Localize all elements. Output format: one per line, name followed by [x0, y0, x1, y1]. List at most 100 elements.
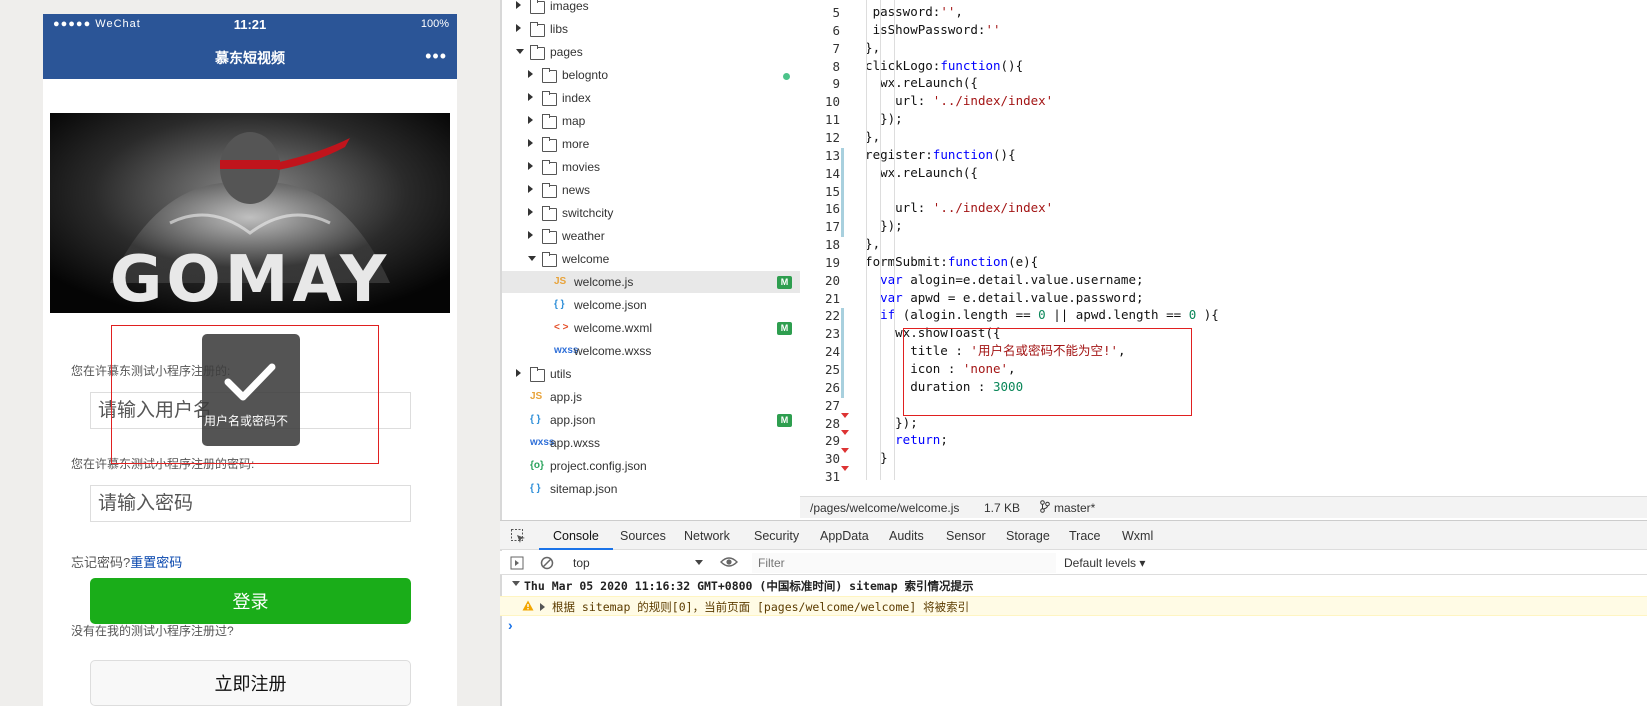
- chevron-right-icon[interactable]: [528, 139, 533, 147]
- filter-input[interactable]: [752, 553, 1056, 573]
- tree-item[interactable]: { } sitemap.json: [502, 478, 800, 500]
- console-toolbar: top Default levels ▾: [500, 551, 1647, 575]
- folder-icon: [530, 45, 545, 60]
- line-number: 21: [824, 290, 840, 306]
- chevron-right-icon[interactable]: [528, 70, 533, 78]
- log-group-text: Thu Mar 05 2020 11:16:32 GMT+0800 (中国标准时…: [524, 579, 974, 593]
- tab-sources[interactable]: Sources: [620, 529, 666, 543]
- highlight-box-code: [903, 328, 1192, 416]
- console-prompt-icon[interactable]: ›: [508, 617, 513, 633]
- file-size: 1.7 KB: [984, 501, 1021, 515]
- line-number: 8: [832, 58, 840, 74]
- code-line: clickLogo:function(){: [850, 57, 1024, 73]
- line-number: 26: [824, 379, 840, 395]
- folder-icon: [542, 114, 557, 129]
- tree-item[interactable]: wxss app.wxss: [502, 432, 800, 454]
- tree-item[interactable]: wxss welcome.wxss: [502, 340, 800, 362]
- register-button[interactable]: 立即注册: [90, 660, 411, 706]
- tree-item[interactable]: index: [502, 87, 800, 109]
- tree-item-label: sitemap.json: [550, 482, 618, 496]
- folder-icon: [542, 68, 557, 83]
- tree-item[interactable]: images: [502, 0, 800, 17]
- tab-console[interactable]: Console: [553, 529, 599, 543]
- tree-item[interactable]: libs: [502, 18, 800, 40]
- eye-icon[interactable]: [720, 555, 738, 572]
- line-number: 17: [824, 219, 840, 235]
- git-modified-badge: M: [777, 414, 792, 427]
- console-warning[interactable]: 根据 sitemap 的规则[0]，当前页面 [pages/welcome/we…: [500, 596, 1647, 616]
- wxss-file-icon: wxss: [554, 345, 579, 356]
- tab-trace[interactable]: Trace: [1069, 529, 1101, 543]
- tree-item-label: images: [550, 0, 589, 13]
- tree-item-label: index: [562, 91, 591, 105]
- chevron-right-icon[interactable]: [516, 24, 521, 32]
- line-number: 9: [832, 76, 840, 92]
- folder-icon: [530, 22, 545, 37]
- line-number: 11: [824, 112, 840, 128]
- wxss-file-icon: wxss: [530, 437, 555, 448]
- line-number: 18: [824, 237, 840, 253]
- chevron-right-icon[interactable]: [528, 116, 533, 124]
- tab-audits[interactable]: Audits: [889, 529, 924, 543]
- reset-password-link[interactable]: 重置密码: [130, 555, 182, 570]
- chevron-right-icon[interactable]: [528, 162, 533, 170]
- tab-network[interactable]: Network: [684, 529, 730, 543]
- tree-item[interactable]: belognto: [502, 64, 800, 86]
- chevron-right-icon[interactable]: [516, 1, 521, 9]
- folder-icon: [530, 367, 545, 382]
- chevron-right-icon[interactable]: [528, 185, 533, 193]
- tab-sensor[interactable]: Sensor: [946, 529, 986, 543]
- tree-item-label: app.wxss: [550, 436, 601, 450]
- file-path: /pages/welcome/welcome.js: [810, 501, 960, 515]
- code-line: register:function(){: [850, 146, 1016, 162]
- tree-item[interactable]: JS app.js: [502, 386, 800, 408]
- tree-item[interactable]: map: [502, 110, 800, 132]
- indent-guide: [894, 0, 895, 480]
- sidebar-toggle-icon[interactable]: [510, 556, 524, 573]
- tree-item[interactable]: < > welcome.wxml M: [502, 317, 800, 339]
- tree-item[interactable]: utils: [502, 363, 800, 385]
- tree-item[interactable]: { } welcome.json: [502, 294, 800, 316]
- inspect-icon[interactable]: [510, 528, 526, 547]
- tab-wxml[interactable]: Wxml: [1122, 529, 1153, 543]
- clear-console-icon[interactable]: [540, 556, 554, 573]
- folder-icon: [542, 206, 557, 221]
- tree-item-label: more: [562, 137, 590, 151]
- tree-item[interactable]: { } app.json M: [502, 409, 800, 431]
- tree-item[interactable]: movies: [502, 156, 800, 178]
- tree-item[interactable]: more: [502, 133, 800, 155]
- log-warning-text: 根据 sitemap 的规则[0]，当前页面 [pages/welcome/we…: [552, 600, 970, 614]
- line-number: 10: [824, 94, 840, 110]
- chevron-right-icon[interactable]: [528, 93, 533, 101]
- tree-item[interactable]: {o} project.config.json: [502, 455, 800, 477]
- tab-storage[interactable]: Storage: [1006, 529, 1050, 543]
- tab-security[interactable]: Security: [754, 529, 799, 543]
- line-number: 24: [824, 344, 840, 360]
- chevron-right-icon[interactable]: [516, 369, 521, 377]
- chevron-right-icon[interactable]: [528, 208, 533, 216]
- active-tab-indicator: [539, 548, 613, 550]
- tree-item[interactable]: switchcity: [502, 202, 800, 224]
- code-line: }: [850, 450, 888, 466]
- line-number: 25: [824, 362, 840, 377]
- tree-item[interactable]: JS welcome.js M: [502, 271, 800, 293]
- line-number: 30: [824, 451, 840, 467]
- folder-icon: [542, 137, 557, 152]
- tree-item[interactable]: welcome: [502, 248, 800, 270]
- tree-item[interactable]: news: [502, 179, 800, 201]
- git-branch[interactable]: master*: [1054, 501, 1095, 515]
- console-group[interactable]: Thu Mar 05 2020 11:16:32 GMT+0800 (中国标准时…: [500, 576, 1647, 596]
- status-bar: ●●●●● WeChat 11:21 100%: [43, 14, 457, 36]
- tree-item[interactable]: weather: [502, 225, 800, 247]
- password-input[interactable]: [90, 485, 411, 522]
- chevron-down-icon[interactable]: [528, 256, 536, 261]
- context-select[interactable]: top: [573, 555, 703, 571]
- more-menu-button[interactable]: •••: [425, 46, 447, 67]
- log-levels-select[interactable]: Default levels ▾: [1064, 556, 1145, 570]
- tab-appdata[interactable]: AppData: [820, 529, 869, 543]
- code-editor[interactable]: password:'', isShowPassword:'' }, clickL…: [850, 0, 1647, 496]
- chevron-right-icon[interactable]: [528, 231, 533, 239]
- chevron-down-icon[interactable]: [516, 49, 524, 54]
- tree-item[interactable]: pages: [502, 41, 800, 63]
- login-button[interactable]: 登录: [90, 578, 411, 624]
